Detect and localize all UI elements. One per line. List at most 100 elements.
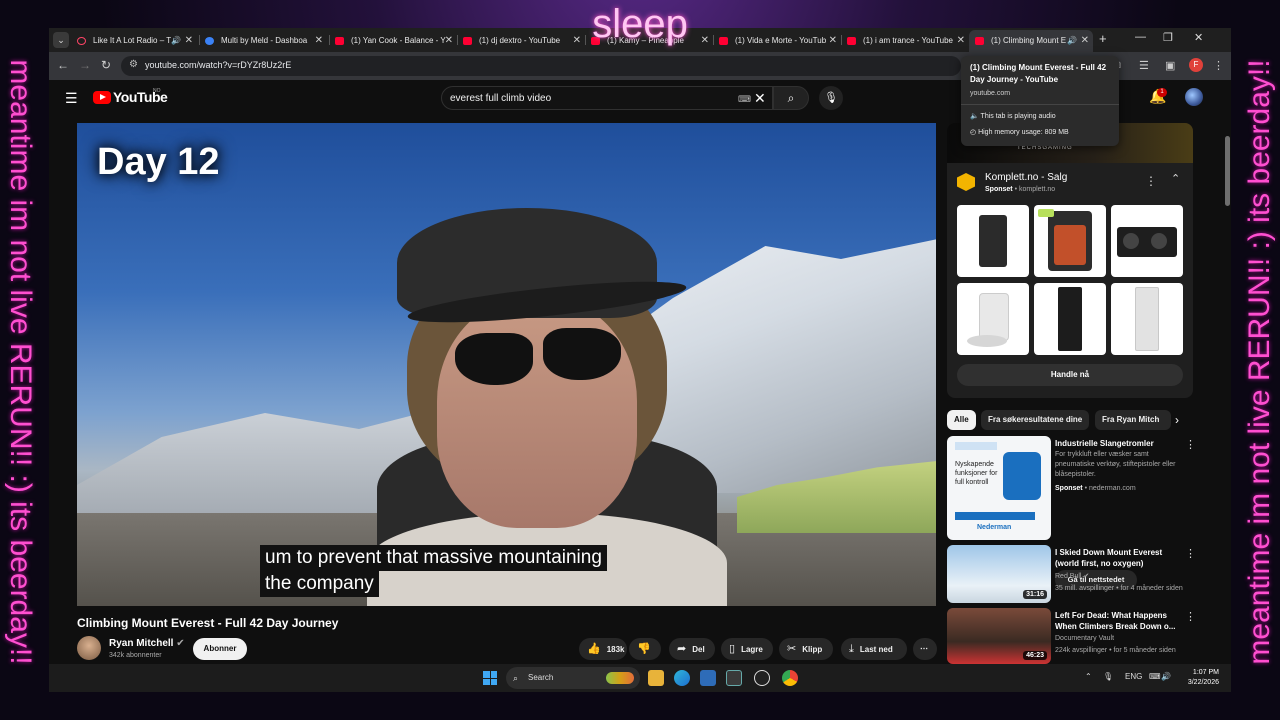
video-thumbnail[interactable]: 31:16 (947, 545, 1051, 603)
clock-time: 1:07 PM (1192, 669, 1219, 676)
hover-card-memory: ◴ High memory usage: 809 MB (970, 128, 1069, 136)
video-thumbnail[interactable]: 46:23 (947, 608, 1051, 664)
app-icon[interactable] (726, 670, 742, 686)
dislike-button[interactable]: 👎 (629, 638, 661, 660)
network-icon[interactable]: ⌨ (1149, 672, 1161, 681)
volume-icon[interactable]: 🔊 (1161, 672, 1171, 681)
chip-from-channel[interactable]: Fra Ryan Mitch (1095, 410, 1171, 430)
komplett-logo-icon (957, 173, 975, 191)
more-icon[interactable]: ⋮ (1185, 547, 1196, 560)
rec-channel: Red Bull ✔ (1055, 572, 1189, 582)
download-button[interactable]: ⤓ Last ned (841, 638, 907, 660)
tab-hover-card: (1) Climbing Mount Everest - Full 42 Day… (961, 56, 1119, 146)
reading-list-icon[interactable]: ☰ (1139, 59, 1149, 72)
rec-title[interactable]: I Skied Down Mount Everest (world first,… (1055, 547, 1183, 569)
chevron-up-icon[interactable]: ⌃ (1171, 172, 1180, 185)
channel-name[interactable]: Ryan Mitchell ✔ (109, 638, 185, 649)
shop-now-button[interactable]: Handle nå (957, 364, 1183, 386)
address-bar[interactable]: ⚙ youtube.com/watch?v=rDYZr8Uz2rE (121, 56, 961, 76)
rec-title[interactable]: Industrielle Slangetromler (1055, 438, 1183, 449)
video-scene-sunglasses (543, 328, 621, 380)
ad-product-coffee-machine[interactable] (957, 205, 1029, 277)
thumb-header (955, 442, 997, 450)
rec-title[interactable]: Left For Dead: What Happens When Climber… (1055, 610, 1183, 632)
forward-button[interactable]: → (79, 58, 91, 72)
ad-card: Komplett.no - Salg Sponset • komplett.no… (947, 163, 1193, 398)
verified-icon: ✔ (176, 638, 185, 649)
thumbs-down-icon: 👎 (637, 643, 651, 655)
clock-date: 3/22/2026 (1187, 679, 1219, 686)
ad-name[interactable]: Komplett.no - Salg (985, 172, 1067, 183)
hover-card-domain: youtube.com (970, 90, 1011, 97)
taskbar-clock[interactable]: 1:07 PM 3/22/2026 (1179, 668, 1219, 688)
clip-label: Klipp (802, 645, 823, 654)
chevron-right-icon[interactable]: › (1175, 413, 1179, 427)
sponsored-thumbnail[interactable]: Nyskapende funksjoner for full kontroll … (947, 436, 1051, 540)
hose-reel-icon (1003, 452, 1041, 500)
speaker-icon: 🔈 (970, 113, 981, 120)
youtube-page: ☰ YouTube NO everest full climb video ⌨ … (49, 80, 1231, 664)
windows-start-icon[interactable] (483, 671, 497, 685)
chip-all[interactable]: Alle (947, 410, 976, 430)
profile-avatar[interactable]: F (1189, 58, 1203, 72)
search-input[interactable]: everest full climb video (450, 93, 551, 104)
screen: sleep meantime im not live RERUN!! :) it… (0, 0, 1280, 720)
edge-browser-icon[interactable] (674, 670, 690, 686)
ad-product-phone[interactable] (1034, 205, 1106, 277)
voice-search-icon[interactable]: 🎙 (819, 86, 843, 110)
rec-channel[interactable]: Documentary Vault (1055, 634, 1189, 644)
page-scrollbar[interactable] (1225, 136, 1230, 206)
more-icon[interactable]: ⋮ (1185, 438, 1196, 451)
ad-more-icon[interactable]: ⋮ (1145, 174, 1157, 188)
video-day-label: Day 12 (97, 141, 220, 183)
hover-card-divider (961, 104, 1119, 105)
download-icon: ⤓ (849, 643, 854, 655)
language-indicator[interactable]: ENG (1125, 672, 1142, 681)
video-duration: 31:16 (1023, 590, 1047, 599)
notifications-badge: 1 (1157, 88, 1167, 97)
browser-menu-icon[interactable]: ⋮ (1213, 59, 1224, 72)
ad-product-robot-vacuum[interactable] (957, 283, 1029, 355)
more-actions-button[interactable]: ⋯ (913, 638, 937, 660)
side-panel-icon[interactable]: ▣ (1165, 59, 1175, 72)
ad-product-fridge-black[interactable] (1034, 283, 1106, 355)
account-avatar[interactable] (1185, 88, 1203, 106)
menu-icon[interactable]: ☰ (65, 90, 78, 107)
clip-button[interactable]: ✂ Klipp (779, 638, 833, 660)
chrome-icon[interactable] (782, 670, 798, 686)
ad-sponsored: Sponset • komplett.no (985, 186, 1056, 193)
chip-from-search[interactable]: Fra søkeresultatene dine (981, 410, 1090, 430)
store-icon[interactable] (700, 670, 716, 686)
thumb-brand: Nederman (977, 524, 1012, 531)
like-button[interactable]: 👍 183k (579, 638, 627, 660)
ad-product-graphics-card[interactable] (1111, 205, 1183, 277)
ad-product-fridge-white[interactable] (1111, 283, 1183, 355)
site-info-icon[interactable]: ⚙ (129, 59, 138, 70)
video-player[interactable]: Day 12 um to prevent that massive mounta… (77, 123, 936, 606)
search-highlight-icon (606, 672, 634, 684)
sponsored-label: Sponset (985, 186, 1013, 193)
tray-overflow-icon[interactable]: ⌃ (1085, 672, 1092, 681)
hover-card-title: (1) Climbing Mount Everest - Full 42 Day… (970, 63, 1107, 84)
youtube-logo-icon[interactable] (93, 91, 111, 104)
video-scene-sunglasses (455, 333, 533, 385)
clear-search-icon[interactable]: ✕ (754, 90, 766, 107)
save-button[interactable]: ▯ Lagre (721, 638, 773, 660)
keyboard-icon[interactable]: ⌨ (738, 94, 751, 105)
search-box[interactable]: everest full climb video ⌨ ✕ (441, 86, 773, 110)
subscribe-button[interactable]: Abonner (193, 638, 247, 660)
video-title: Climbing Mount Everest - Full 42 Day Jou… (77, 616, 339, 630)
obs-icon[interactable] (754, 670, 770, 686)
back-button[interactable]: ← (57, 58, 69, 72)
file-explorer-icon[interactable] (648, 670, 664, 686)
taskbar-search[interactable]: ⌕ Search (506, 667, 640, 689)
rec-channel-name[interactable]: Red Bull (1055, 573, 1081, 580)
microphone-icon[interactable]: 🎙 (1103, 672, 1113, 681)
search-button[interactable]: ⌕ (773, 86, 809, 110)
more-icon[interactable]: ⋮ (1185, 610, 1196, 623)
hover-card-audio-text: This tab is playing audio (980, 113, 1056, 120)
rec-meta: 35 mill. avspillinger • for 4 måneder si… (1055, 585, 1183, 592)
reload-button[interactable]: ↻ (101, 58, 111, 72)
share-button[interactable]: ➦ Del (669, 638, 715, 660)
channel-avatar[interactable] (77, 636, 101, 660)
